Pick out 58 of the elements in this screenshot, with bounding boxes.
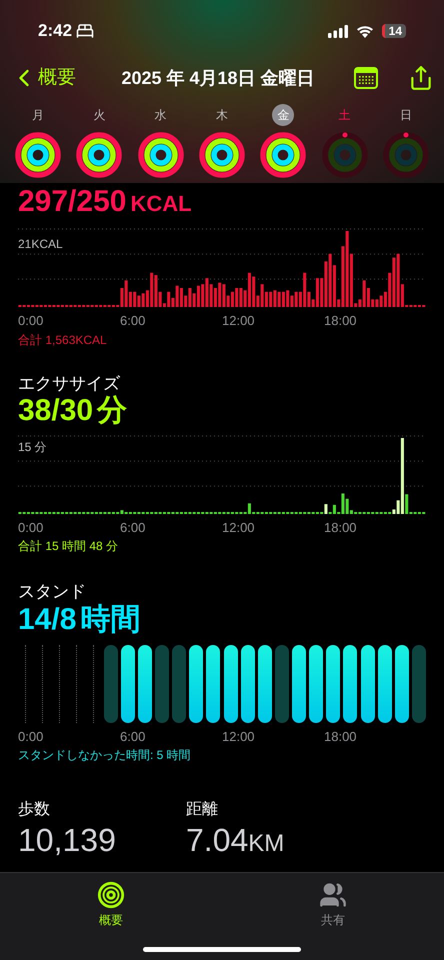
activity-rings-icon: [382, 132, 429, 178]
activity-rings-icon: [198, 132, 245, 178]
axis-label: 18:00: [324, 518, 358, 537]
axis-label: 6:00: [120, 312, 146, 330]
chart-max-label: 21KCAL: [18, 236, 63, 253]
chart-max-label: 15 分: [18, 438, 47, 456]
day-label: 土: [338, 107, 352, 124]
day-label: 水: [154, 107, 168, 124]
day-button[interactable]: 月: [14, 104, 62, 178]
day-label: 日: [398, 107, 413, 124]
back-button[interactable]: 概要: [10, 64, 76, 92]
goal-value: 38/30分: [18, 394, 128, 428]
goal-value: 14/8時間: [18, 602, 142, 636]
rings-icon: [96, 881, 126, 909]
section-title: スタンド: [18, 581, 87, 602]
axis-label: 6:00: [120, 518, 146, 537]
day-button[interactable]: 水: [136, 104, 185, 178]
axis-label: 12:00: [222, 728, 256, 746]
signal-icon: [328, 24, 348, 38]
tab[interactable]: 概要: [81, 881, 141, 929]
day-button[interactable]: 土: [320, 104, 369, 178]
tab[interactable]: 共有: [303, 881, 363, 929]
activity-rings-icon: [15, 132, 61, 178]
axis-label: 18:00: [324, 728, 358, 746]
axis-label: 12:00: [222, 312, 256, 330]
battery-indicator: 14: [382, 24, 406, 38]
axis-label: 18:00: [324, 312, 358, 330]
day-label: 火: [92, 107, 106, 124]
section-title: エクササイズ: [18, 372, 121, 394]
day-button[interactable]: 木: [198, 104, 246, 178]
activity-rings-icon: [322, 132, 368, 178]
axis-label: 6:00: [120, 728, 146, 746]
axis-label: 0:00: [18, 518, 44, 537]
note-label: スタンドしなかった時間: 5 時間: [18, 747, 192, 764]
day-label: 木: [214, 107, 229, 124]
day-label: 金: [272, 104, 294, 126]
activity-rings-icon: [260, 132, 306, 178]
stat-value: 7.04KM: [186, 822, 286, 860]
total-label: 合計 15 時間 48 分: [18, 538, 120, 556]
axis-label: 12:00: [222, 518, 256, 537]
stat-label: 距離: [186, 800, 219, 820]
bed-icon: [76, 22, 94, 40]
page-title: 2025 年 4月18日 金曜日: [121, 66, 315, 90]
calendar-icon[interactable]: [354, 66, 378, 90]
status-time: 2:42: [38, 20, 72, 42]
axis-label: 0:00: [18, 728, 44, 746]
day-button[interactable]: 火: [75, 104, 124, 178]
people-icon: [318, 881, 348, 909]
wifi-icon: [356, 24, 374, 38]
stat-label: 歩数: [18, 800, 51, 820]
day-label: 月: [31, 107, 45, 124]
activity-rings-icon: [76, 132, 122, 178]
stat-value: 10,139: [18, 822, 117, 858]
activity-rings-icon: [138, 132, 184, 178]
goal-value: 297/250 KCAL: [18, 185, 193, 220]
day-button[interactable]: 日: [382, 104, 430, 178]
axis-label: 0:00: [18, 312, 44, 330]
total-label: 合計 1,563KCAL: [18, 332, 108, 348]
